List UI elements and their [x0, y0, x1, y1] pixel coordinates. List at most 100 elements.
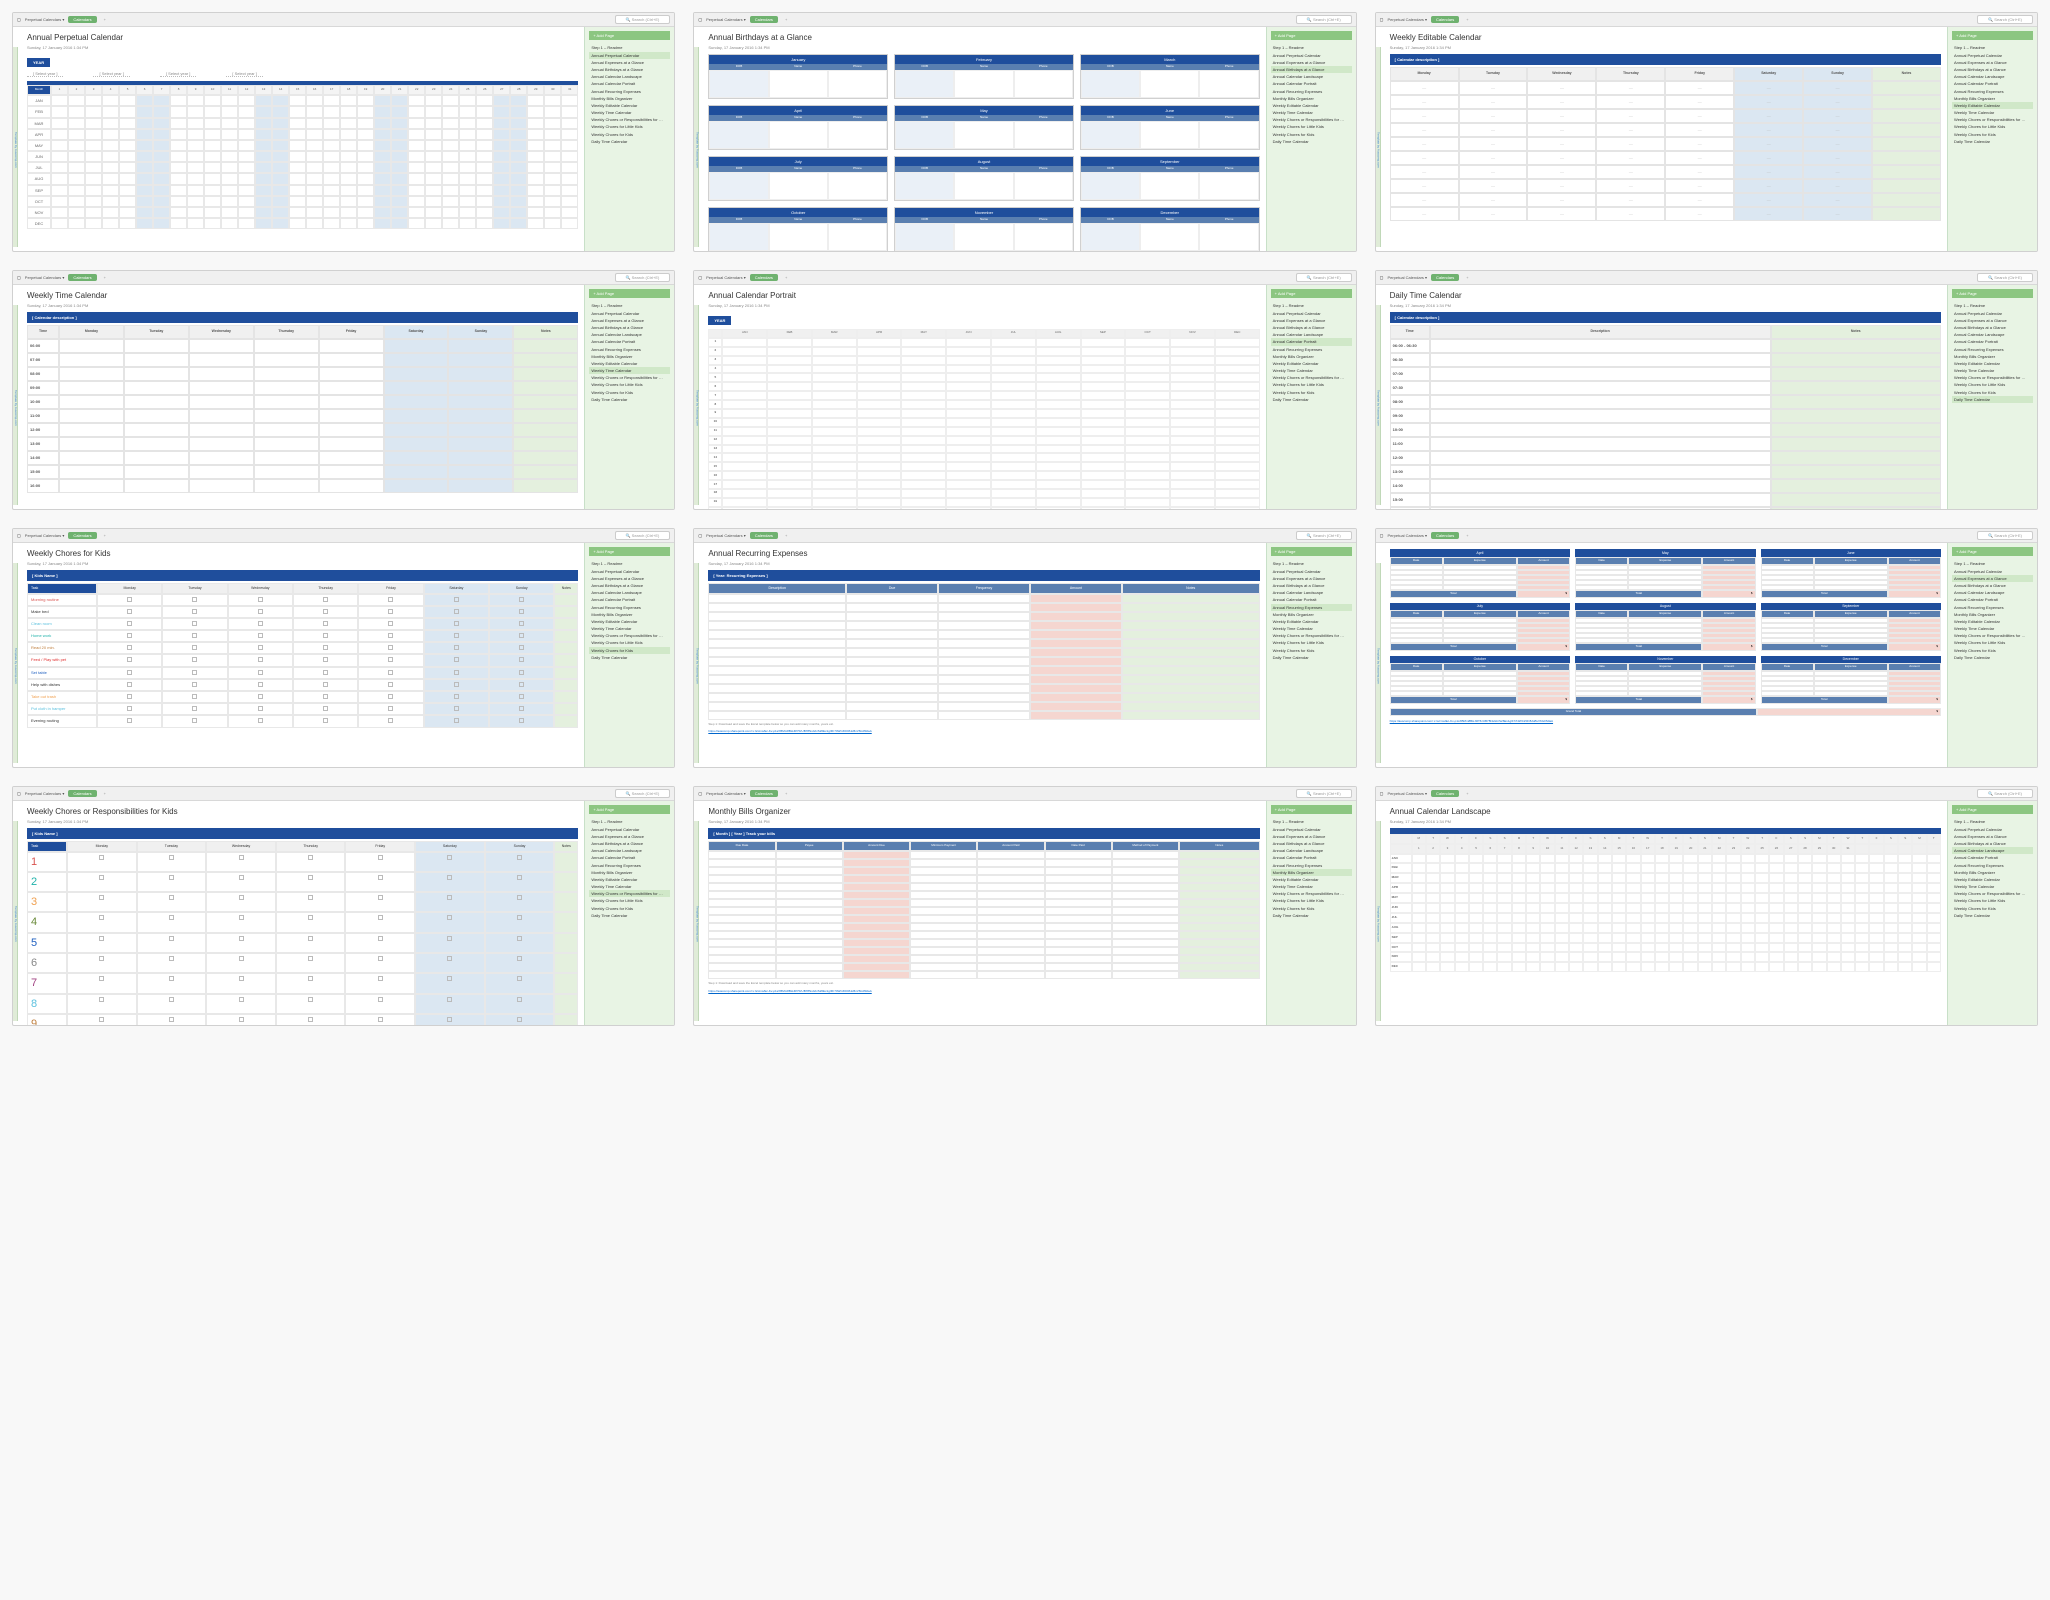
nav-item[interactable]: Annual Perpetual Calendar [1952, 310, 2033, 317]
nav-item[interactable]: Annual Calendar Landscape [589, 589, 670, 596]
nav-item[interactable]: Weekly Chores for Kids [1271, 389, 1352, 396]
checkbox[interactable] [378, 915, 383, 920]
nav-item[interactable]: Weekly Chores for Kids [1952, 905, 2033, 912]
search-input[interactable]: 🔍 Search (Ctrl+E) [1296, 15, 1352, 24]
checkbox[interactable] [169, 936, 174, 941]
nav-item[interactable]: Weekly Editable Calendar [1271, 618, 1352, 625]
nav-item[interactable]: Weekly Chores for Kids [1271, 905, 1352, 912]
checkbox[interactable] [519, 670, 524, 675]
nav-item[interactable]: Weekly Chores or Responsibilities for … [1952, 632, 2033, 639]
expand-icon[interactable]: ▢ [698, 17, 702, 22]
section-tab[interactable]: Calendars [68, 532, 96, 539]
section-tab[interactable]: Calendars [750, 16, 778, 23]
checkbox[interactable] [169, 895, 174, 900]
nav-item[interactable]: Annual Expenses at a Glance [589, 833, 670, 840]
chores-grid[interactable]: TaskMondayTuesdayWednesdayThursdayFriday… [27, 583, 578, 728]
checkbox[interactable] [99, 915, 104, 920]
nav-item[interactable]: Monthly Bills Organizer [589, 95, 670, 102]
nav-item[interactable]: Annual Recurring Expenses [589, 346, 670, 353]
nav-item[interactable]: Weekly Editable Calendar [589, 618, 670, 625]
notebook-picker[interactable]: Perpetual Calendars ▾ [1387, 791, 1427, 796]
nav-item[interactable]: Step 1 – Readme [1952, 560, 2033, 567]
checkbox[interactable] [99, 997, 104, 1002]
month-block[interactable]: October DOBNamePhone [708, 207, 888, 251]
checkbox[interactable] [517, 875, 522, 880]
checkbox[interactable] [388, 706, 393, 711]
add-page-button[interactable]: + Add Page [1952, 805, 2033, 814]
checkbox[interactable] [519, 706, 524, 711]
search-input[interactable]: 🔍 Search (Ctrl+E) [615, 531, 671, 540]
checkbox[interactable] [517, 956, 522, 961]
month-block[interactable]: November DOBNamePhone [894, 207, 1074, 251]
checkbox[interactable] [169, 956, 174, 961]
nav-item[interactable]: Monthly Bills Organizer [1952, 869, 2033, 876]
nav-item[interactable]: Weekly Chores for Little Kids [1271, 897, 1352, 904]
nav-item[interactable]: Weekly Time Calendar [1271, 625, 1352, 632]
nav-item[interactable]: Annual Expenses at a Glance [1271, 317, 1352, 324]
nav-item[interactable]: Annual Recurring Expenses [589, 88, 670, 95]
add-page-button[interactable]: + Add Page [1952, 289, 2033, 298]
checkbox[interactable] [323, 706, 328, 711]
nav-item[interactable]: Monthly Bills Organizer [1952, 353, 2033, 360]
portrait-grid[interactable]: JANFEBMARAPRMAYJUNJULAUGSEPOCTNOVDEC1234… [708, 329, 1259, 509]
notebook-picker[interactable]: Perpetual Calendars ▾ [706, 791, 746, 796]
page-canvas[interactable]: Template by Auscomp.com Annual Perpetual… [13, 27, 584, 251]
checkbox[interactable] [447, 855, 452, 860]
nav-item[interactable]: Annual Perpetual Calendar [1952, 826, 2033, 833]
add-tab-button[interactable]: + [1463, 274, 1471, 281]
nav-item[interactable]: Annual Recurring Expenses [1271, 604, 1352, 611]
nav-item[interactable]: Annual Expenses at a Glance [589, 575, 670, 582]
checkbox[interactable] [378, 1017, 383, 1022]
add-page-button[interactable]: + Add Page [1271, 805, 1352, 814]
checkbox[interactable] [258, 609, 263, 614]
nav-item[interactable]: Weekly Time Calendar [1952, 109, 2033, 116]
month-block[interactable]: February DOBNamePhone [894, 54, 1074, 99]
nav-item[interactable]: Daily Time Calendar [1271, 654, 1352, 661]
checkbox[interactable] [239, 956, 244, 961]
checkbox[interactable] [192, 621, 197, 626]
nav-item[interactable]: Weekly Editable Calendar [1271, 360, 1352, 367]
checkbox[interactable] [388, 694, 393, 699]
nav-item[interactable]: Step 1 – Readme [1271, 818, 1352, 825]
nav-item[interactable]: Annual Expenses at a Glance [1271, 575, 1352, 582]
nav-item[interactable]: Annual Birthdays at a Glance [589, 840, 670, 847]
expand-icon[interactable]: ▢ [17, 17, 21, 22]
nav-item[interactable]: Monthly Bills Organizer [1271, 95, 1352, 102]
nav-item[interactable]: Annual Birthdays at a Glance [589, 324, 670, 331]
add-page-button[interactable]: + Add Page [589, 31, 670, 40]
checkbox[interactable] [388, 597, 393, 602]
nav-item[interactable]: Weekly Time Calendar [1952, 883, 2033, 890]
nav-item[interactable]: Weekly Editable Calendar [1271, 102, 1352, 109]
nav-item[interactable]: Annual Expenses at a Glance [589, 317, 670, 324]
month-block[interactable]: June DOBNamePhone [1080, 105, 1260, 150]
add-tab-button[interactable]: + [1463, 790, 1471, 797]
page-canvas[interactable]: Template by Auscomp.com Annual Birthdays… [694, 27, 1265, 251]
checkbox[interactable] [454, 670, 459, 675]
nav-item[interactable]: Weekly Chores or Responsibilities for … [589, 374, 670, 381]
checkbox[interactable] [192, 706, 197, 711]
checkbox[interactable] [169, 915, 174, 920]
checkbox[interactable] [99, 855, 104, 860]
nav-item[interactable]: Daily Time Calendar [589, 396, 670, 403]
checkbox[interactable] [323, 645, 328, 650]
checkbox[interactable] [127, 621, 132, 626]
checkbox[interactable] [239, 1017, 244, 1022]
search-input[interactable]: 🔍 Search (Ctrl+E) [615, 789, 671, 798]
nav-item[interactable]: Annual Birthdays at a Glance [589, 66, 670, 73]
nav-item[interactable]: Annual Recurring Expenses [589, 604, 670, 611]
nav-item[interactable]: Daily Time Calendar [1271, 138, 1352, 145]
desc-bar[interactable]: [ Month ] [ Year ] Track your bills [708, 828, 1259, 839]
checkbox[interactable] [192, 682, 197, 687]
page-title[interactable]: Annual Perpetual Calendar [27, 33, 578, 43]
checkbox[interactable] [99, 936, 104, 941]
nav-item[interactable]: Annual Birthdays at a Glance [1952, 582, 2033, 589]
nav-item[interactable]: Annual Birthdays at a Glance [1271, 582, 1352, 589]
add-tab-button[interactable]: + [1463, 16, 1471, 23]
nav-item[interactable]: Annual Recurring Expenses [1952, 346, 2033, 353]
year-selector[interactable]: [ Select year ] [160, 71, 196, 77]
nav-item[interactable]: Annual Expenses at a Glance [1952, 59, 2033, 66]
checkbox[interactable] [454, 597, 459, 602]
checkbox[interactable] [127, 694, 132, 699]
nav-item[interactable]: Annual Recurring Expenses [589, 862, 670, 869]
nav-item[interactable]: Step 1 – Readme [589, 302, 670, 309]
